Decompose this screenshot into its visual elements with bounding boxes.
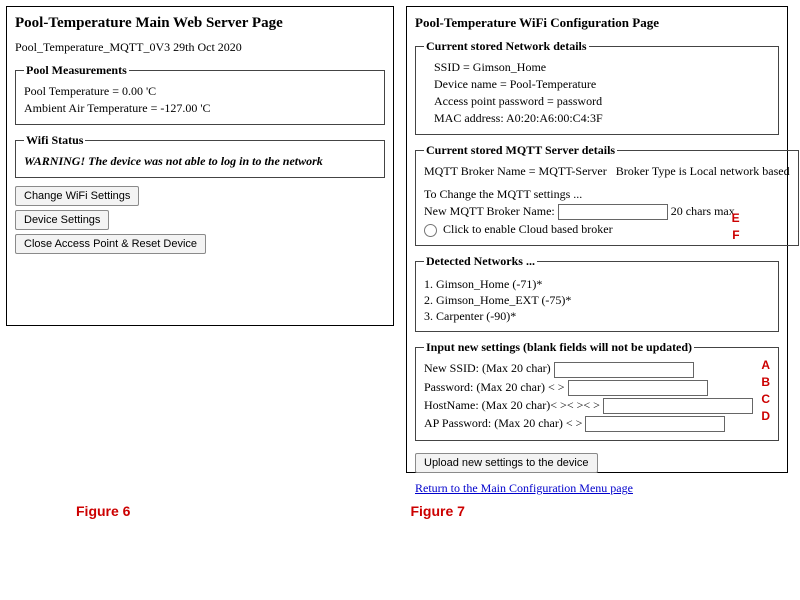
annotation-marker-b: B <box>761 375 770 389</box>
pool-temperature-value: Pool Temperature = 0.00 'C <box>24 84 376 99</box>
pool-measurements-legend: Pool Measurements <box>24 63 129 78</box>
new-password-input[interactable] <box>568 380 708 396</box>
mqtt-change-hint: To Change the MQTT settings ... <box>424 187 790 202</box>
page-title-right: Pool-Temperature WiFi Configuration Page <box>415 15 779 31</box>
wifi-status-legend: Wifi Status <box>24 133 85 148</box>
stored-network-legend: Current stored Network details <box>424 39 589 54</box>
firmware-version-line: Pool_Temperature_MQTT_0V3 29th Oct 2020 <box>15 40 385 55</box>
new-mqtt-broker-label: New MQTT Broker Name: <box>424 204 555 218</box>
close-access-point-button[interactable]: Close Access Point & Reset Device <box>15 234 206 254</box>
stored-ap-password: Access point password = password <box>434 94 770 109</box>
figure-6-label: Figure 6 <box>76 503 130 519</box>
stored-device-name: Device name = Pool-Temperature <box>434 77 770 92</box>
new-mqtt-broker-input[interactable] <box>558 204 668 220</box>
wifi-warning-text: WARNING! The device was not able to log … <box>24 154 376 169</box>
two-column-layout: Pool-Temperature Main Web Server Page Po… <box>6 6 794 473</box>
new-hostname-label: HostName: (Max 20 char)< >< >< > <box>424 398 600 412</box>
stored-network-group: Current stored Network details SSID = Gi… <box>415 39 779 135</box>
device-settings-button[interactable]: Device Settings <box>15 210 109 230</box>
upload-settings-button[interactable]: Upload new settings to the device <box>415 453 598 473</box>
new-ssid-label: New SSID: (Max 20 char) <box>424 361 551 375</box>
annotation-marker-f: F <box>732 228 739 242</box>
new-password-label: Password: (Max 20 char) < > <box>424 380 565 394</box>
stored-mac: MAC address: A0:20:A6:00:C4:3F <box>434 111 770 126</box>
annotation-marker-d: D <box>761 409 770 423</box>
cloud-broker-radio[interactable] <box>424 224 437 237</box>
wifi-config-panel: Pool-Temperature WiFi Configuration Page… <box>406 6 788 473</box>
annotation-marker-a: A <box>761 358 770 372</box>
detected-network-item: Carpenter (-90)* <box>436 309 770 324</box>
wifi-status-group: Wifi Status WARNING! The device was not … <box>15 133 385 178</box>
new-ap-password-input[interactable] <box>585 416 725 432</box>
return-main-menu-link[interactable]: Return to the Main Configuration Menu pa… <box>415 481 633 495</box>
main-server-panel: Pool-Temperature Main Web Server Page Po… <box>6 6 394 326</box>
cloud-broker-label: Click to enable Cloud based broker <box>443 222 613 236</box>
figure-7-label: Figure 7 <box>410 503 464 519</box>
input-new-settings-legend: Input new settings (blank fields will no… <box>424 340 694 355</box>
new-ap-password-label: AP Password: (Max 20 char) < > <box>424 416 582 430</box>
detected-network-item: Gimson_Home_EXT (-75)* <box>436 293 770 308</box>
mqtt-max-chars-label: 20 chars max <box>671 204 735 218</box>
detected-networks-legend: Detected Networks ... <box>424 254 537 269</box>
new-ssid-input[interactable] <box>554 362 694 378</box>
annotation-marker-e: E <box>732 211 740 225</box>
detected-network-item: Gimson_Home (-71)* <box>436 277 770 292</box>
page-title-left: Pool-Temperature Main Web Server Page <box>15 15 385 32</box>
figure-labels-row: Figure 6 Figure 7 <box>6 503 794 519</box>
new-hostname-input[interactable] <box>603 398 753 414</box>
mqtt-broker-line: MQTT Broker Name = MQTT-Server Broker Ty… <box>424 164 790 179</box>
stored-mqtt-group: Current stored MQTT Server details MQTT … <box>415 143 799 246</box>
input-new-settings-group: Input new settings (blank fields will no… <box>415 340 779 441</box>
detected-networks-group: Detected Networks ... Gimson_Home (-71)*… <box>415 254 779 332</box>
annotation-marker-c: C <box>761 392 770 406</box>
stored-ssid: SSID = Gimson_Home <box>434 60 770 75</box>
pool-measurements-group: Pool Measurements Pool Temperature = 0.0… <box>15 63 385 125</box>
ambient-temperature-value: Ambient Air Temperature = -127.00 'C <box>24 101 376 116</box>
stored-mqtt-legend: Current stored MQTT Server details <box>424 143 617 158</box>
change-wifi-settings-button[interactable]: Change WiFi Settings <box>15 186 139 206</box>
